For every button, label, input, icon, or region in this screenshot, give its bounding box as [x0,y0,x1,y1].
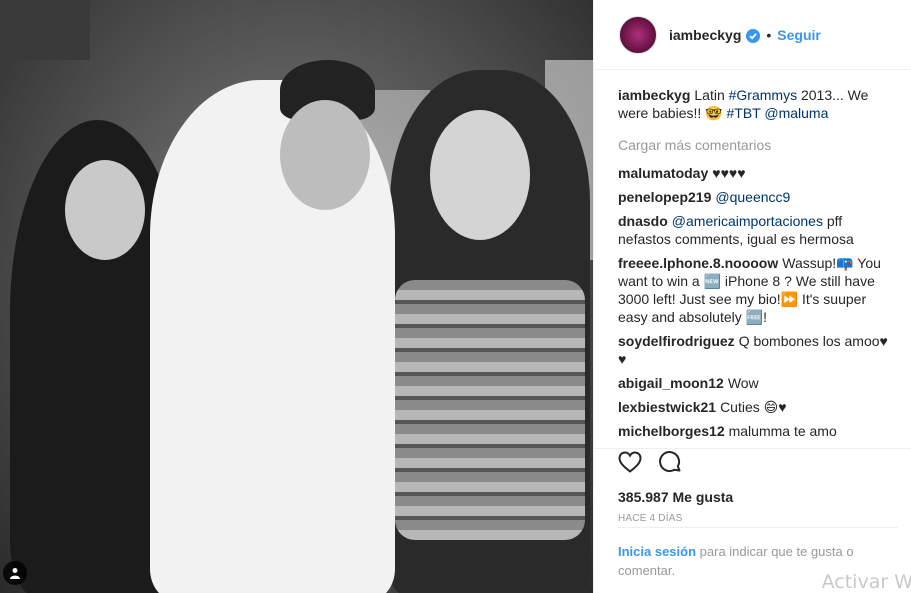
background-sign [0,0,90,60]
comment: freeee.lphone.8.noooow Wassup!📪 You want … [618,254,895,326]
comment-bubble-icon[interactable] [658,450,682,479]
caption-username[interactable]: iambeckyg [618,87,690,103]
post-sidebar: iambeckyg • Seguir iambeckyg Latin #Gramm… [593,0,911,593]
separator-dot: • [766,26,772,43]
caption-text: Latin [694,87,729,103]
load-more-comments[interactable]: Cargar más comentarios [618,136,895,154]
comment: abigail_moon12 Wow [618,374,895,392]
action-icons [618,449,911,479]
heart-icon[interactable] [618,450,642,478]
comment-username[interactable]: penelopep219 [618,189,711,205]
comment: lexbiestwick21 Cuties 😄♥ [618,398,895,416]
hashtag-link[interactable]: #Grammys [729,87,797,103]
photo-person-right [390,70,590,593]
photo-person-center [150,60,395,593]
post-actions: 385.987 Me gusta HACE 4 DÍAS [594,448,911,524]
comment-username[interactable]: dnasdo [618,213,668,229]
person-tag-icon[interactable] [3,561,27,585]
post-timestamp[interactable]: HACE 4 DÍAS [618,513,911,524]
comment-username[interactable]: michelborges12 [618,423,725,439]
comment-text: Wow [727,375,759,391]
comment-username[interactable]: soydelfirodriguez [618,333,735,349]
comments-list: iambeckyg Latin #Grammys 2013... We were … [594,70,911,440]
caption: iambeckyg Latin #Grammys 2013... We were … [618,86,895,122]
comment: malumatoday ♥♥♥♥ [618,164,895,182]
comment-username[interactable]: abigail_moon12 [618,375,724,391]
comment-text: malumma te amo [728,423,837,439]
comment-username[interactable]: malumatoday [618,165,708,181]
comment: dnasdo @americaimportaciones pff nefastos… [618,212,895,248]
like-count[interactable]: 385.987 Me gusta [618,489,911,505]
hashtag-link[interactable]: #TBT [726,105,760,121]
comment: michelborges12 malumma te amo [618,422,895,440]
header-username[interactable]: iambeckyg [669,27,741,43]
verified-badge-icon [746,28,761,43]
login-link[interactable]: Inicia sesión [618,544,696,559]
activation-watermark: Activar W [821,571,911,593]
avatar[interactable] [619,15,657,54]
mention-link[interactable]: @americaimportaciones [672,213,823,229]
post-header: iambeckyg • Seguir [594,0,911,70]
comment: penelopep219 @queencc9 [618,188,895,206]
post-photo[interactable] [0,0,593,593]
comment-text: ♥♥♥♥ [712,165,746,181]
comment-text: Cuties 😄♥ [720,399,787,415]
comment-username[interactable]: lexbiestwick21 [618,399,716,415]
comment-username[interactable]: freeee.lphone.8.noooow [618,255,778,271]
mention-link[interactable]: @maluma [764,105,828,121]
mention-link[interactable]: @queencc9 [715,189,790,205]
follow-button[interactable]: Seguir [777,27,821,43]
comment: soydelfirodriguez Q bombones los amoo♥ ♥ [618,332,895,368]
